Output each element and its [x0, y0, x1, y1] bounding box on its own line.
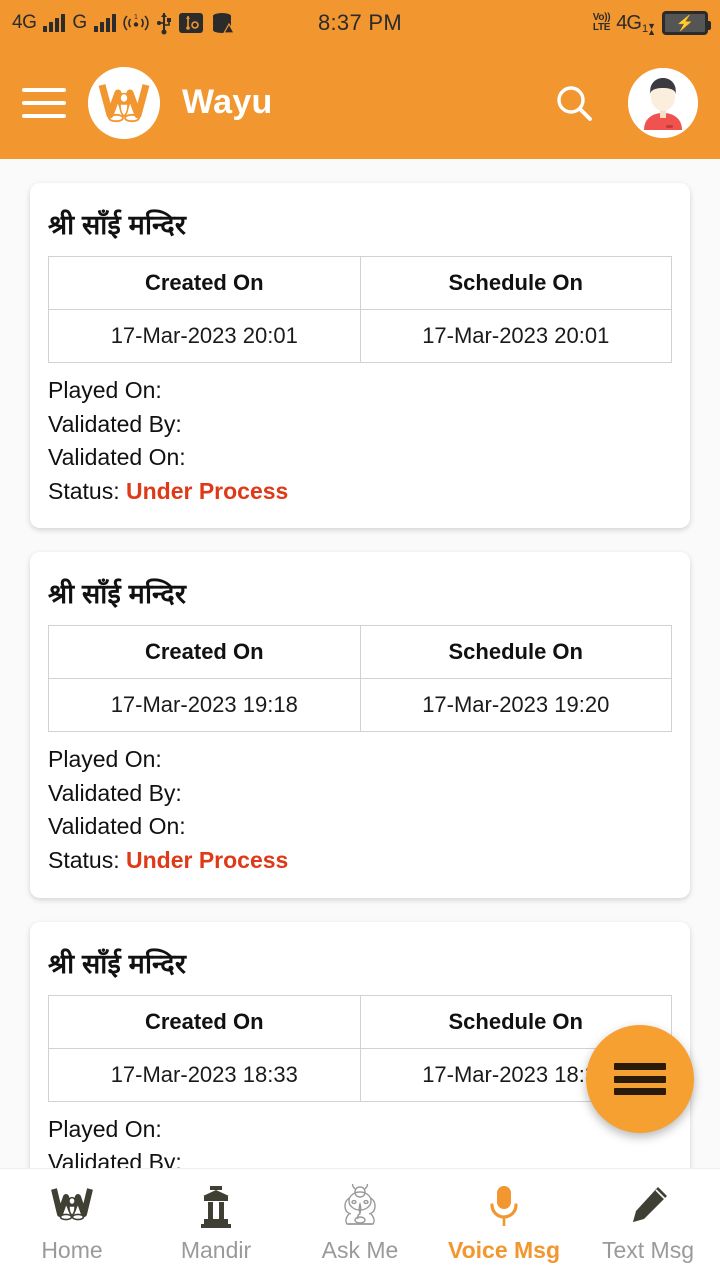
validated-by-label: Validated By: [48, 779, 182, 806]
card-meta: Played On: Validated By: Validated On: S… [48, 743, 672, 877]
played-on-label: Played On: [48, 1115, 162, 1142]
card-meta: Played On: Validated By: [48, 1113, 672, 1168]
nav-label-text-msg: Text Msg [601, 1237, 695, 1263]
nav-item-text-msg[interactable]: Text Msg [576, 1183, 720, 1264]
card-table: Created On Schedule On 17-Mar-2023 20:01… [48, 256, 672, 363]
search-icon[interactable] [552, 81, 596, 125]
wayu-logo-icon [88, 66, 160, 139]
schedule-card[interactable]: श्री साँई मन्दिर Created On Schedule On … [30, 183, 690, 529]
status-label: Status: [48, 477, 120, 504]
storage-warning-icon [210, 11, 234, 35]
pencil-icon [625, 1183, 671, 1231]
card-table: Created On Schedule On 17-Mar-2023 18:33… [48, 994, 672, 1102]
played-on-label: Played On: [48, 746, 162, 773]
table-header-row: Created On Schedule On [48, 256, 672, 310]
column-header-created-on: Created On [48, 256, 361, 310]
status-bar-right: Vo)) LTE 4G 1 ▼ ▲ ⚡ [593, 0, 711, 46]
sim2-network-label: G [72, 12, 87, 33]
sim2-signal-icon [93, 14, 116, 32]
cell-schedule-on: 17-Mar-2023 20:01 [359, 309, 672, 363]
card-meta: Played On: Validated By: Validated On: S… [48, 374, 672, 508]
microphone-icon [484, 1183, 524, 1231]
status-badge: Under Process [126, 477, 289, 504]
network-label: 4G [616, 11, 642, 34]
usb-icon [156, 11, 172, 35]
validated-by-label: Validated By: [48, 1149, 182, 1168]
column-header-schedule-on: Schedule On [359, 256, 672, 310]
floating-menu-button[interactable] [586, 1025, 694, 1133]
cell-created-on: 17-Mar-2023 19:18 [48, 678, 361, 733]
nav-label-mandir: Mandir [180, 1237, 252, 1263]
status-bar-left: 4G G 1 [12, 11, 234, 35]
nav-label-home: Home [41, 1237, 103, 1263]
nav-label-voice-msg: Voice Msg [447, 1237, 561, 1263]
nav-item-home[interactable]: Home [0, 1183, 144, 1264]
cell-created-on: 17-Mar-2023 20:01 [48, 309, 361, 363]
table-row: 17-Mar-2023 20:01 17-Mar-2023 20:01 [48, 309, 672, 363]
column-header-created-on: Created On [48, 994, 361, 1049]
status-row: Status: Under Process [48, 475, 672, 509]
volte-icon: Vo)) LTE [593, 13, 611, 33]
schedule-card[interactable]: श्री साँई मन्दिर Created On Schedule On … [30, 921, 690, 1168]
table-row: 17-Mar-2023 19:18 17-Mar-2023 19:20 [48, 678, 672, 733]
temple-icon [193, 1183, 239, 1231]
card-title: श्री साँई मन्दिर [48, 210, 187, 240]
status-badge: Under Process [126, 847, 289, 874]
column-header-created-on: Created On [48, 625, 361, 680]
network-indicator: 4G 1 ▼ ▲ [616, 11, 656, 37]
validated-on-label: Validated On: [48, 444, 186, 471]
user-avatar-icon[interactable] [628, 67, 698, 138]
card-table: Created On Schedule On 17-Mar-2023 19:18… [48, 625, 672, 733]
bottom-navigation: Home Mandir Ask Me Voice Msg Text Msg [0, 1168, 720, 1280]
validated-on-label: Validated On: [48, 813, 186, 840]
played-on-label: Played On: [48, 377, 162, 403]
cell-created-on: 17-Mar-2023 18:33 [48, 1047, 361, 1102]
card-title: श्री साँई मन्दिर [48, 948, 187, 979]
data-arrows-icon: ▼ ▲ [647, 20, 656, 37]
nav-item-mandir[interactable]: Mandir [144, 1183, 288, 1264]
sim1-network-label: 4G [12, 12, 37, 33]
app-bar: Wayu [0, 46, 720, 159]
status-row: Status: Under Process [48, 844, 672, 878]
status-label: Status: [48, 847, 120, 874]
table-header-row: Created On Schedule On [48, 625, 672, 680]
app-title: Wayu [182, 83, 273, 121]
battery-charging-icon: ⚡ [662, 11, 711, 35]
hamburger-icon[interactable] [22, 87, 66, 118]
status-bar: 4G G 1 8:37 PM Vo)) LTE 4G 1 ▼ ▲ ⚡ [0, 0, 720, 46]
hamburger-menu-icon [614, 1063, 666, 1095]
table-row: 17-Mar-2023 18:33 17-Mar-2023 18:33 [48, 1047, 672, 1102]
hotspot-icon: 1 [122, 12, 149, 34]
column-header-schedule-on: Schedule On [359, 625, 672, 680]
nav-item-ask-me[interactable]: Ask Me [288, 1183, 432, 1264]
validated-by-label: Validated By: [48, 410, 182, 437]
cell-schedule-on: 17-Mar-2023 19:20 [359, 678, 672, 733]
schedule-card[interactable]: श्री साँई मन्दिर Created On Schedule On … [30, 552, 690, 898]
sim1-signal-icon [43, 14, 66, 32]
volte-bottom-label: LTE [592, 22, 611, 33]
table-header-row: Created On Schedule On [48, 994, 672, 1049]
nav-item-voice-msg[interactable]: Voice Msg [432, 1183, 576, 1264]
usb-debug-icon [178, 12, 203, 34]
card-title: श्री साँई मन्दिर [48, 579, 187, 610]
nav-label-ask-me: Ask Me [321, 1237, 399, 1263]
ganesha-icon [336, 1183, 384, 1231]
wayu-w-icon [48, 1183, 96, 1231]
schedule-list[interactable]: श्री साँई मन्दिर Created On Schedule On … [0, 159, 720, 1168]
app-screen: 4G G 1 8:37 PM Vo)) LTE 4G 1 ▼ ▲ ⚡ Wayu … [0, 0, 720, 1280]
svg-text:1: 1 [134, 14, 138, 21]
